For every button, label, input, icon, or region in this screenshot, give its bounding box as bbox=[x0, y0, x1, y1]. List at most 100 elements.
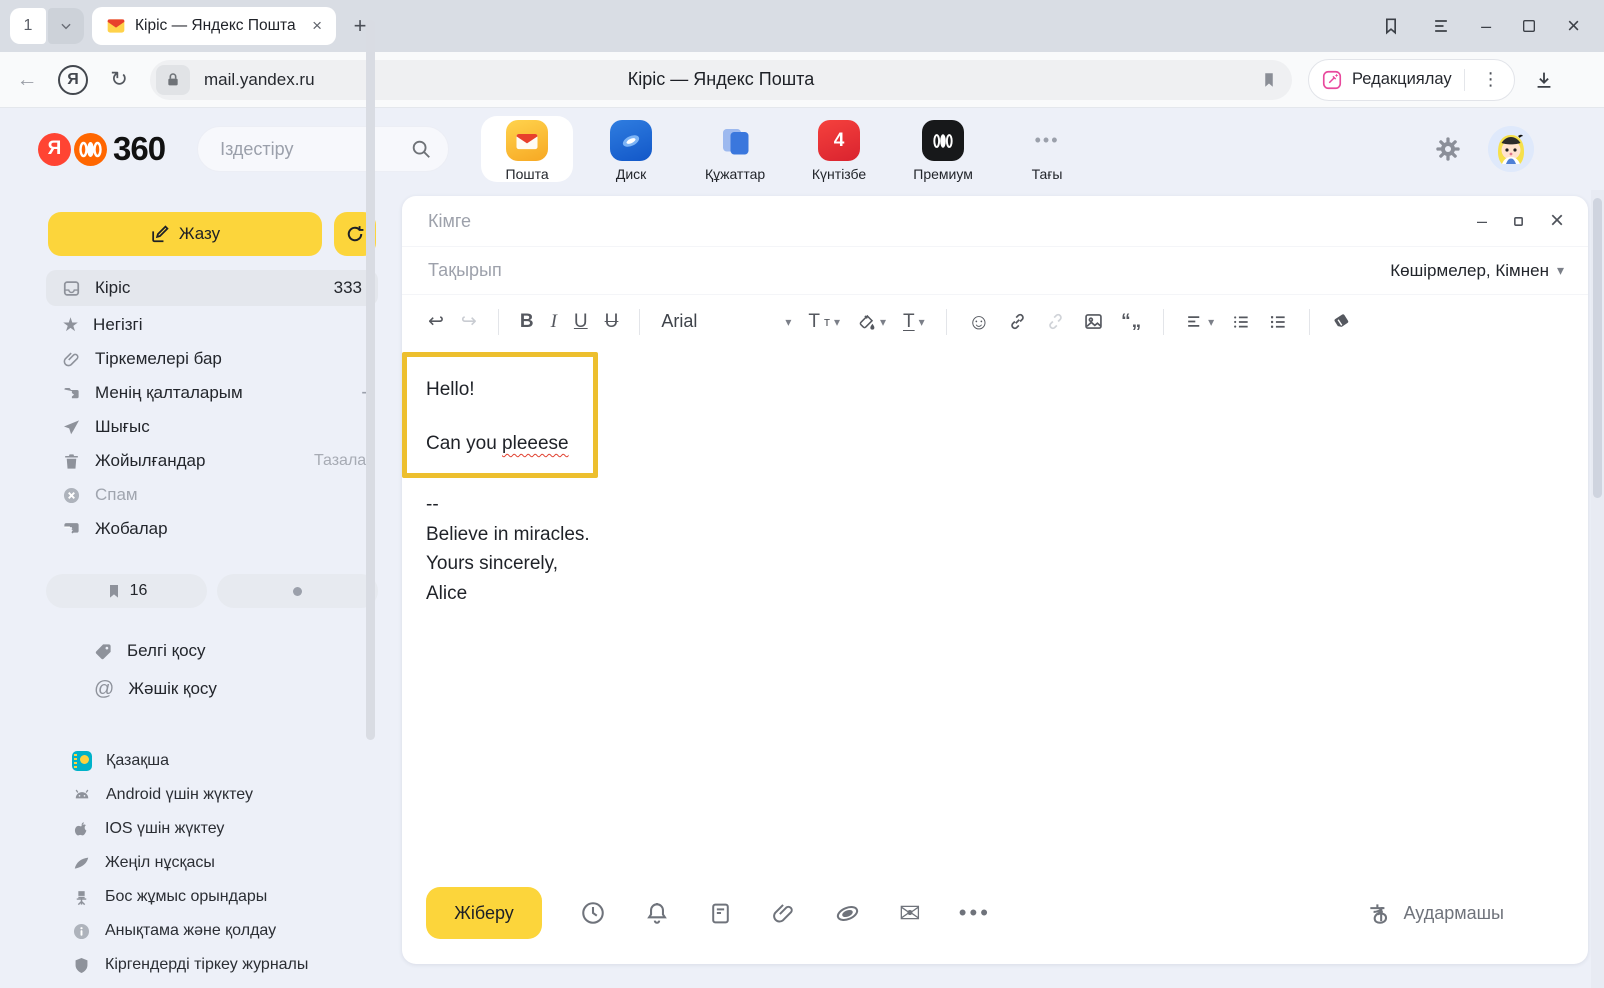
reminder-bell-icon[interactable] bbox=[644, 900, 670, 926]
folder-my-folders[interactable]: Менің қалталарым + bbox=[20, 376, 390, 410]
link-recommendation-rules[interactable]: Ұсынымдар ережелері bbox=[20, 982, 390, 988]
bookmarks-pill[interactable]: 16 bbox=[46, 574, 207, 608]
link-ios[interactable]: IOS үшін жүктеу bbox=[20, 812, 390, 846]
edit-options-icon[interactable]: ⋮ bbox=[1474, 69, 1508, 90]
compose-bottom-bar: Жіберу ✉ ••• Аудармашы bbox=[402, 872, 1588, 964]
app-calendar[interactable]: 4 Күнтізбе bbox=[793, 116, 885, 182]
compose-close-button[interactable]: × bbox=[1550, 207, 1564, 235]
folder-projects[interactable]: Жобалар bbox=[20, 512, 390, 546]
insert-link-icon[interactable] bbox=[1007, 311, 1028, 332]
window-close-button[interactable]: × bbox=[1567, 13, 1580, 39]
tab-panels-icon[interactable] bbox=[1381, 16, 1401, 36]
edit-mode-button[interactable]: Редакциялау ⋮ bbox=[1308, 59, 1515, 101]
search-icon bbox=[410, 138, 432, 160]
app-mail[interactable]: Пошта bbox=[481, 116, 573, 182]
template-note-icon[interactable] bbox=[708, 901, 733, 926]
font-size-select[interactable]: Tт ▾ bbox=[808, 311, 840, 333]
to-field[interactable]: Кімге bbox=[428, 211, 471, 232]
bullet-list-icon[interactable] bbox=[1231, 312, 1251, 332]
folder-spam[interactable]: Спам bbox=[20, 478, 390, 512]
folder-inbox-count: 333 bbox=[334, 278, 362, 298]
compose-button[interactable]: Жазу bbox=[48, 212, 322, 256]
browser-menu-icon[interactable] bbox=[1431, 16, 1451, 36]
emoji-button[interactable]: ☺ bbox=[968, 309, 990, 335]
tab-list-chevron-button[interactable] bbox=[48, 8, 84, 44]
attach-from-disk-icon[interactable] bbox=[834, 900, 861, 927]
window-maximize-button[interactable] bbox=[1521, 18, 1537, 34]
app-more-label: Тағы bbox=[1032, 166, 1063, 182]
message-body[interactable]: Hello! Can you pleeese -- Believe in mir… bbox=[402, 348, 1588, 872]
page-scrollbar-thumb[interactable] bbox=[1593, 198, 1602, 498]
search-field[interactable]: Іздестіру bbox=[197, 126, 449, 172]
app-premium[interactable]: Премиум bbox=[897, 116, 989, 182]
dot-icon bbox=[293, 587, 302, 596]
browser-tab[interactable]: Кіріс — Яндекс Пошта × bbox=[92, 7, 336, 45]
cc-from-toggle[interactable]: Көшірмелер, Кімнен ▾ bbox=[1390, 261, 1564, 281]
strikethrough-button[interactable]: U bbox=[605, 311, 619, 333]
url-text[interactable]: mail.yandex.ru bbox=[204, 70, 315, 90]
app-docs[interactable]: Құжаттар bbox=[689, 116, 781, 182]
content-scrollbar-thumb[interactable] bbox=[366, 20, 375, 740]
attach-from-mail-icon[interactable]: ✉ bbox=[899, 898, 921, 929]
insert-image-icon[interactable] bbox=[1083, 311, 1104, 332]
empty-trash-link[interactable]: Тазалау bbox=[314, 452, 374, 470]
remove-link-icon[interactable] bbox=[1045, 311, 1066, 332]
app-more[interactable]: ••• Тағы bbox=[1001, 116, 1093, 182]
folder-sent[interactable]: Шығыс bbox=[20, 410, 390, 444]
link-vacancies[interactable]: Бос жұмыс орындары bbox=[20, 880, 390, 914]
folder-trash[interactable]: Жойылғандар Тазалау bbox=[20, 444, 390, 478]
underline-button[interactable]: U bbox=[574, 311, 588, 333]
window-minimize-button[interactable]: – bbox=[1481, 16, 1491, 37]
link-help[interactable]: Анықтама және қолдау bbox=[20, 914, 390, 948]
folder-attachments[interactable]: Тіркемелері бар bbox=[20, 342, 390, 376]
reload-button[interactable]: ↻ bbox=[102, 67, 136, 92]
link-language-label: Қазақша bbox=[106, 752, 169, 770]
folder-projects-label: Жобалар bbox=[95, 519, 168, 539]
tab-close-icon[interactable]: × bbox=[308, 16, 326, 36]
app-disk[interactable]: Диск bbox=[585, 116, 677, 182]
bookmark-icon[interactable] bbox=[1260, 71, 1278, 89]
ssl-lock-chip[interactable] bbox=[156, 65, 190, 95]
align-select[interactable]: ▾ bbox=[1185, 312, 1214, 331]
link-android[interactable]: Android үшін жүктеу bbox=[20, 778, 390, 812]
address-bar[interactable]: mail.yandex.ru Кіріс — Яндекс Пошта bbox=[150, 60, 1292, 100]
tab-counter-button[interactable]: 1 bbox=[10, 8, 46, 44]
schedule-send-icon[interactable] bbox=[580, 900, 606, 926]
yandex360-header: Я 360 Іздестіру Пошта Диск bbox=[0, 108, 1604, 190]
folder-priority[interactable]: ★ Негізгі bbox=[20, 308, 390, 342]
folder-inbox[interactable]: Кіріс 333 bbox=[46, 270, 378, 306]
redo-icon[interactable]: ↪ bbox=[461, 310, 477, 333]
add-label-item[interactable]: Белгі қосу bbox=[20, 632, 390, 670]
undo-icon[interactable]: ↩ bbox=[428, 310, 444, 333]
add-mailbox-item[interactable]: @ Жәшік қосу bbox=[20, 670, 390, 708]
translator-button[interactable]: Аудармашы bbox=[1366, 900, 1505, 926]
quote-button[interactable]: “„ bbox=[1121, 311, 1142, 333]
link-language[interactable]: Қазақша bbox=[20, 744, 390, 778]
eraser-icon[interactable] bbox=[1331, 311, 1352, 332]
folder-sent-label: Шығыс bbox=[95, 417, 150, 437]
page-scrollbar[interactable] bbox=[1591, 190, 1604, 988]
italic-button[interactable]: I bbox=[551, 311, 557, 333]
dot-pill[interactable] bbox=[217, 574, 378, 608]
yandex-browser-icon[interactable]: Я bbox=[58, 65, 88, 95]
edit-pill-divider bbox=[1464, 69, 1465, 91]
more-actions-icon[interactable]: ••• bbox=[959, 900, 991, 926]
subject-field[interactable]: Тақырып bbox=[428, 260, 502, 281]
yandex360-logo[interactable]: Я 360 bbox=[38, 130, 165, 168]
downloads-icon[interactable] bbox=[1533, 69, 1555, 91]
compose-popout-button[interactable] bbox=[1513, 216, 1524, 227]
compose-minimize-button[interactable]: – bbox=[1477, 211, 1487, 232]
user-avatar[interactable] bbox=[1488, 126, 1534, 172]
highlight-color-select[interactable]: ▾ bbox=[857, 312, 886, 331]
settings-gear-icon[interactable] bbox=[1434, 135, 1462, 163]
back-button[interactable]: ← bbox=[10, 68, 44, 92]
link-light-version[interactable]: Жеңіл нұсқасы bbox=[20, 846, 390, 880]
bold-button[interactable]: B bbox=[520, 311, 534, 333]
font-size-glyph-small: т bbox=[824, 314, 830, 329]
send-button[interactable]: Жіберу bbox=[426, 887, 542, 939]
text-color-select[interactable]: T ▾ bbox=[903, 311, 925, 333]
numbered-list-icon[interactable] bbox=[1268, 312, 1288, 332]
attach-file-icon[interactable] bbox=[771, 901, 796, 926]
font-family-select[interactable]: Arial ▾ bbox=[661, 311, 791, 332]
link-login-journal[interactable]: Кіргендерді тіркеу журналы bbox=[20, 948, 390, 982]
